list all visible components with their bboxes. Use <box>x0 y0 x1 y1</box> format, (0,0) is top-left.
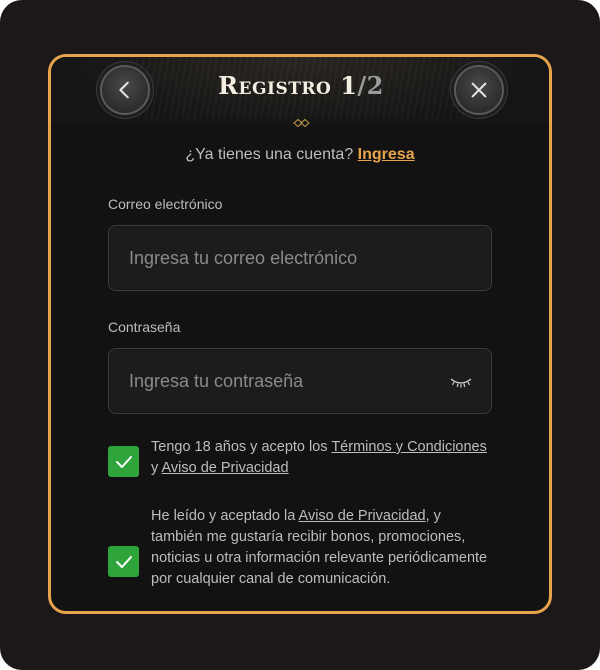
back-button[interactable] <box>100 65 150 115</box>
app-background: Registro 1/2 ¿Ya tienes una cuenta? Ingr… <box>0 0 600 670</box>
close-button[interactable] <box>454 65 504 115</box>
marketing-consent: He leído y aceptado la Aviso de Privacid… <box>108 506 508 611</box>
email-field[interactable] <box>109 226 491 290</box>
eye-closed-icon[interactable] <box>449 376 473 388</box>
marketing-checkbox[interactable] <box>108 546 139 577</box>
modal-header: Registro 1/2 <box>51 57 549 127</box>
password-field[interactable] <box>109 349 491 413</box>
chevron-left-icon <box>119 81 129 99</box>
step-separator: / <box>357 71 367 100</box>
registration-modal: Registro 1/2 ¿Ya tienes una cuenta? Ingr… <box>48 54 552 614</box>
privacy-link[interactable]: Aviso de Privacidad <box>161 460 288 476</box>
email-field-container <box>108 225 492 291</box>
age-terms-checkbox[interactable] <box>108 446 139 477</box>
terms-link[interactable]: Términos y Condiciones <box>331 439 487 455</box>
age-terms-consent: Tengo 18 años y acepto los Términos y Co… <box>108 437 508 487</box>
age-terms-text: Tengo 18 años y acepto los Términos y Co… <box>151 437 491 479</box>
checkmark-icon <box>115 455 132 468</box>
privacy-link-2[interactable]: Aviso de Privacidad <box>299 508 426 524</box>
checkmark-icon <box>115 555 132 568</box>
marketing-prefix: He leído y aceptado la <box>151 508 296 524</box>
password-field-container <box>108 348 492 414</box>
title-text: Registro 1 <box>218 71 358 100</box>
header-divider <box>131 119 471 127</box>
close-icon <box>471 82 487 98</box>
age-terms-prefix: Tengo 18 años y acepto los <box>151 439 328 455</box>
login-prompt: ¿Ya tienes una cuenta? Ingresa <box>51 146 549 164</box>
email-label: Correo electrónico <box>108 196 223 212</box>
marketing-text: He leído y aceptado la Aviso de Privacid… <box>151 506 491 590</box>
age-terms-conjunction: y <box>151 460 159 476</box>
login-link[interactable]: Ingresa <box>358 146 415 163</box>
page-title: Registro 1/2 <box>171 71 431 100</box>
login-prompt-text: ¿Ya tienes una cuenta? <box>185 146 354 163</box>
step-total: 2 <box>366 71 384 100</box>
password-label: Contraseña <box>108 319 181 335</box>
